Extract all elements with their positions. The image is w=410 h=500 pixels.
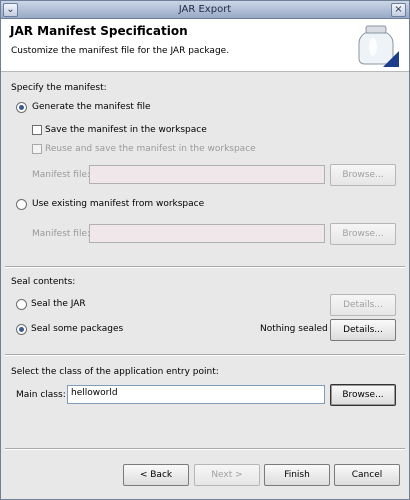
manifest-file-input-2[interactable] bbox=[89, 224, 325, 243]
main-class-input[interactable]: helloworld bbox=[67, 385, 325, 404]
save-manifest-label[interactable]: Save the manifest in the workspace bbox=[45, 125, 207, 135]
manifest-file-label-2: Manifest file: bbox=[32, 229, 91, 239]
seal-section-label: Seal contents: bbox=[11, 277, 76, 287]
seal-jar-radio[interactable] bbox=[16, 299, 27, 310]
seal-status-text: Nothing sealed bbox=[260, 324, 328, 334]
seal-packages-label[interactable]: Seal some packages bbox=[31, 324, 123, 334]
close-icon[interactable]: × bbox=[391, 3, 406, 17]
main-class-browse-button[interactable]: Browse... bbox=[330, 384, 396, 406]
back-button[interactable]: < Back bbox=[123, 464, 189, 486]
browse-button-1[interactable]: Browse... bbox=[330, 164, 396, 186]
cancel-button[interactable]: Cancel bbox=[334, 464, 400, 486]
page-subtitle: Customize the manifest file for the JAR … bbox=[11, 46, 230, 56]
reuse-manifest-checkbox[interactable] bbox=[32, 144, 42, 154]
details-button-1[interactable]: Details... bbox=[330, 294, 396, 316]
details-button-2[interactable]: Details... bbox=[330, 319, 396, 341]
jar-export-dialog: ⌄ JAR Export × JAR Manifest Specificatio… bbox=[0, 0, 410, 500]
manifest-file-label-1: Manifest file: bbox=[32, 170, 91, 180]
jar-icon bbox=[358, 25, 399, 67]
entry-section-label: Select the class of the application entr… bbox=[11, 367, 219, 377]
browse-button-2[interactable]: Browse... bbox=[330, 223, 396, 245]
finish-button[interactable]: Finish bbox=[264, 464, 330, 486]
seal-packages-radio[interactable] bbox=[16, 324, 27, 335]
generate-manifest-radio[interactable] bbox=[16, 102, 27, 113]
generate-manifest-label[interactable]: Generate the manifest file bbox=[32, 102, 151, 112]
title-bar: ⌄ JAR Export × bbox=[1, 1, 409, 19]
reuse-manifest-label: Reuse and save the manifest in the works… bbox=[45, 144, 256, 154]
seal-jar-label[interactable]: Seal the JAR bbox=[31, 299, 86, 309]
next-button[interactable]: Next > bbox=[194, 464, 260, 486]
separator-2 bbox=[5, 354, 405, 356]
page-title: JAR Manifest Specification bbox=[10, 24, 188, 38]
footer-separator bbox=[5, 448, 405, 450]
wizard-header: JAR Manifest Specification Customize the… bbox=[1, 19, 409, 72]
separator-1 bbox=[5, 266, 405, 268]
save-manifest-checkbox[interactable] bbox=[32, 125, 42, 135]
manifest-file-input-1[interactable] bbox=[89, 165, 325, 184]
window-title: JAR Export bbox=[178, 4, 232, 15]
main-class-label: Main class: bbox=[16, 390, 66, 400]
existing-manifest-label[interactable]: Use existing manifest from workspace bbox=[32, 199, 204, 209]
manifest-section-label: Specify the manifest: bbox=[11, 83, 107, 93]
existing-manifest-radio[interactable] bbox=[16, 199, 27, 210]
